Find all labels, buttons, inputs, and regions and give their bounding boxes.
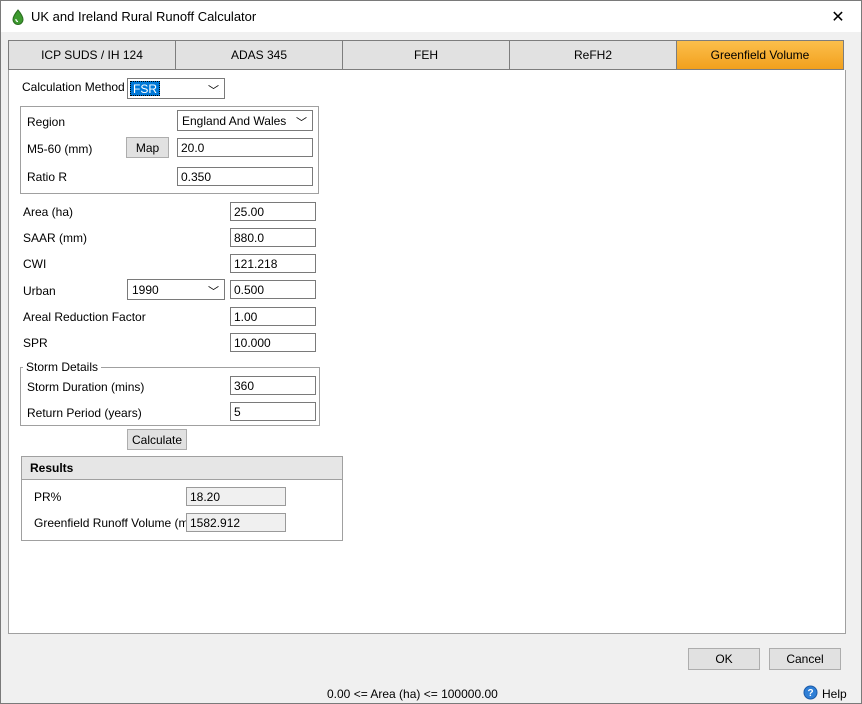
- help-link[interactable]: Help: [822, 687, 847, 701]
- calculation-method-select[interactable]: FSR ﹀: [127, 78, 225, 99]
- region-select[interactable]: England And Wales ﹀: [177, 110, 313, 131]
- window-title: UK and Ireland Rural Runoff Calculator: [31, 9, 257, 24]
- ratio-r-label: Ratio R: [27, 170, 68, 184]
- cwi-field[interactable]: 121.218: [230, 254, 316, 273]
- area-label: Area (ha): [23, 205, 74, 219]
- pr-percent-label: PR%: [34, 490, 62, 504]
- chevron-down-icon: ﹀: [208, 286, 219, 298]
- area-field[interactable]: 25.00: [230, 202, 316, 221]
- storm-duration-field[interactable]: 360: [230, 376, 316, 395]
- status-text: 0.00 <= Area (ha) <= 100000.00: [327, 687, 498, 701]
- storm-details-legend: Storm Details: [23, 360, 102, 374]
- cancel-button[interactable]: Cancel: [769, 648, 841, 670]
- tab-greenfield-volume[interactable]: Greenfield Volume: [676, 40, 844, 70]
- chevron-down-icon: ﹀: [296, 117, 307, 129]
- region-value: England And Wales: [182, 114, 287, 128]
- spr-field[interactable]: 10.000: [230, 333, 316, 352]
- ok-button[interactable]: OK: [688, 648, 760, 670]
- app-drop-icon: [11, 9, 25, 25]
- saar-label: SAAR (mm): [23, 231, 87, 245]
- urban-label: Urban: [23, 284, 56, 298]
- close-icon: ✕: [831, 8, 845, 26]
- areal-reduction-factor-field[interactable]: 1.00: [230, 307, 316, 326]
- urban-year-value: 1990: [132, 283, 159, 297]
- return-period-field[interactable]: 5: [230, 402, 316, 421]
- saar-field[interactable]: 880.0: [230, 228, 316, 247]
- spr-label: SPR: [23, 336, 48, 350]
- results-panel: [21, 479, 343, 541]
- calculation-method-label: Calculation Method: [22, 80, 125, 94]
- calculate-button[interactable]: Calculate: [127, 429, 187, 450]
- tab-strip: ICP SUDS / IH 124 ADAS 345 FEH ReFH2 Gre…: [8, 40, 844, 70]
- status-bar: 0.00 <= Area (ha) <= 100000.00 ? Help: [1, 683, 861, 703]
- urban-field[interactable]: 0.500: [230, 280, 316, 299]
- return-period-label: Return Period (years): [27, 406, 142, 420]
- calculation-method-value: FSR: [130, 81, 160, 96]
- region-label: Region: [27, 115, 66, 129]
- help-icon[interactable]: ?: [803, 685, 818, 700]
- map-button[interactable]: Map: [126, 137, 169, 158]
- close-button[interactable]: ✕: [815, 1, 861, 32]
- greenfield-runoff-volume-label: Greenfield Runoff Volume (m³): [34, 516, 197, 530]
- chevron-down-icon: ﹀: [208, 85, 219, 97]
- m5-60-label: M5-60 (mm): [27, 142, 93, 156]
- tab-refh2[interactable]: ReFH2: [509, 40, 676, 70]
- tab-adas-345[interactable]: ADAS 345: [175, 40, 342, 70]
- title-bar: UK and Ireland Rural Runoff Calculator ✕: [1, 1, 861, 32]
- storm-duration-label: Storm Duration (mins): [27, 380, 145, 394]
- svg-text:?: ?: [807, 688, 813, 699]
- areal-reduction-factor-label: Areal Reduction Factor: [23, 310, 146, 324]
- tab-feh[interactable]: FEH: [342, 40, 509, 70]
- ratio-r-field[interactable]: 0.350: [177, 167, 313, 186]
- pr-percent-field: 18.20: [186, 487, 286, 506]
- tab-icp-suds[interactable]: ICP SUDS / IH 124: [8, 40, 175, 70]
- urban-year-select[interactable]: 1990 ﹀: [127, 279, 225, 300]
- m5-60-field[interactable]: 20.0: [177, 138, 313, 157]
- greenfield-runoff-volume-field: 1582.912: [186, 513, 286, 532]
- cwi-label: CWI: [23, 257, 47, 271]
- dialog-window: UK and Ireland Rural Runoff Calculator ✕…: [0, 0, 862, 704]
- results-header: Results: [21, 456, 343, 480]
